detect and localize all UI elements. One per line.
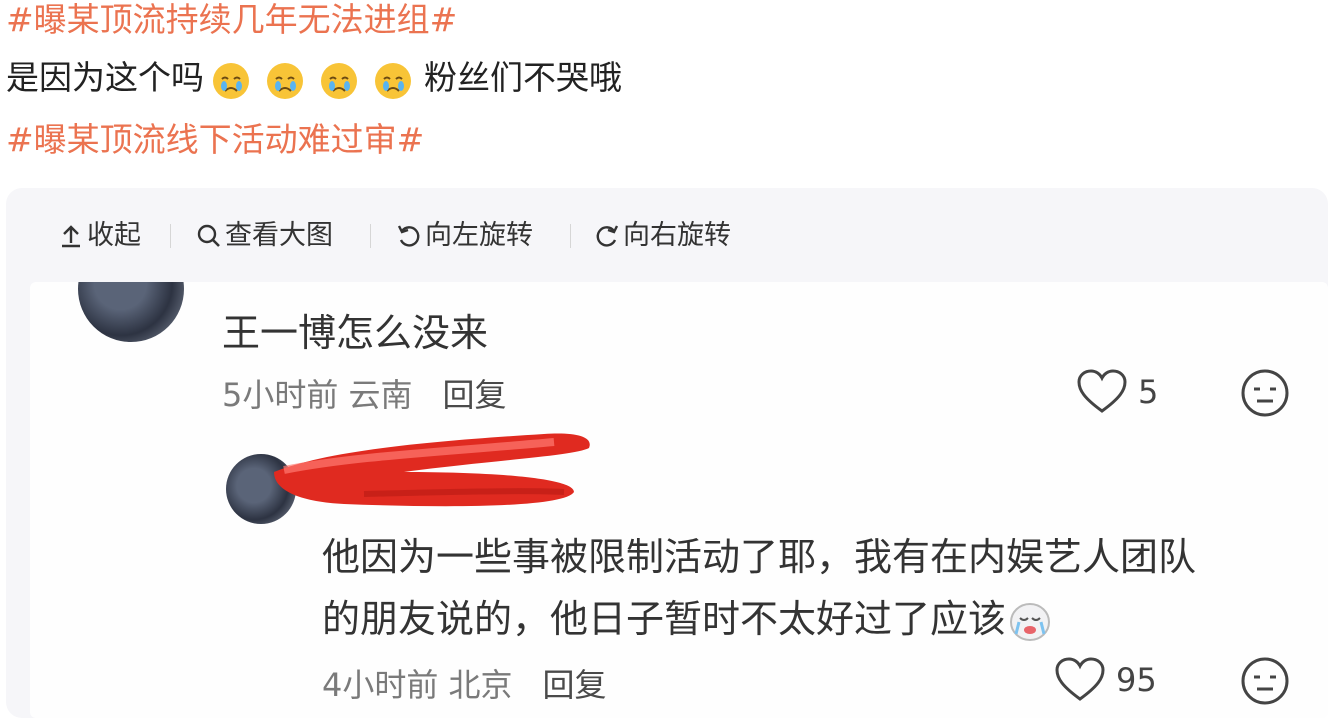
toolbar-divider — [570, 224, 571, 248]
view-large-button[interactable]: 查看大图 — [196, 216, 333, 256]
like-count: 95 — [1116, 661, 1157, 699]
crying-face-icon — [213, 62, 249, 99]
comment-text-line-1: 他因为一些事被限制活动了耶，我有在内娱艺人团队 — [322, 535, 1197, 579]
post-text: 粉丝们不哭哦 — [424, 58, 622, 97]
emoji-group — [210, 59, 414, 101]
comment-text: 的朋友说的，他日子暂时不太好过了应该 — [322, 597, 1007, 641]
rotate-right-button[interactable]: 向右旋转 — [594, 216, 731, 256]
comment-screenshot-image[interactable]: 王一博怎么没来 5小时前 云南 回复 5 他因为一些事被限制活动了耶，我有在内娱艺… — [30, 282, 1328, 718]
rotate-left-button[interactable]: 向左旋转 — [396, 216, 533, 256]
rotate-right-label: 向右旋转 — [623, 220, 731, 251]
like-button: 95 — [1054, 656, 1157, 704]
like-count: 5 — [1138, 373, 1159, 411]
like-button: 5 — [1076, 368, 1158, 416]
toolbar-divider — [370, 224, 371, 248]
arrow-up-icon — [62, 225, 80, 248]
crying-face-icon — [321, 62, 357, 99]
magnifier-icon — [197, 224, 220, 247]
view-large-label: 查看大图 — [225, 220, 333, 251]
comment-meta: 5小时前 云南 回复 — [222, 370, 507, 416]
image-toolbar: 收起 查看大图 向左旋转 向右旋转 — [6, 188, 1328, 284]
crying-face-icon — [375, 62, 411, 99]
comment-time-location: 5小时前 云南 — [222, 376, 413, 414]
comment-text-line-2: 的朋友说的，他日子暂时不太好过了应该 — [322, 588, 1052, 644]
post-text: 是因为这个吗 — [6, 58, 204, 97]
meh-face-icon — [1241, 657, 1289, 705]
meh-face-icon — [1241, 369, 1289, 417]
rotate-right-icon — [596, 225, 619, 247]
collapse-label: 收起 — [87, 220, 141, 251]
crying-face-icon — [267, 62, 303, 99]
red-scribble-redaction — [274, 433, 590, 507]
collapse-button[interactable]: 收起 — [58, 216, 141, 256]
comment-text: 王一博怎么没来 — [222, 311, 489, 355]
image-viewer-card: 收起 查看大图 向左旋转 向右旋转 王一博怎么没来 5小时前 云南 回复 5 他… — [6, 188, 1328, 718]
hashtag-link[interactable]: #曝某顶流线下活动难过审# — [6, 120, 424, 159]
toolbar-divider — [170, 224, 171, 248]
crying-sticker-icon — [1010, 602, 1051, 641]
rotate-left-icon — [397, 225, 420, 247]
comment-time-location: 4小时前 北京 — [322, 666, 513, 704]
reply-link: 回复 — [542, 666, 607, 704]
post-line-2: 是因为这个吗 粉丝们不哭哦 — [6, 58, 622, 101]
post-line-3: #曝某顶流线下活动难过审# — [6, 120, 424, 160]
comment-meta: 4小时前 北京 回复 — [322, 660, 607, 706]
post-line-1: #曝某顶流持续几年无法进组# — [6, 0, 457, 40]
hashtag-link[interactable]: #曝某顶流持续几年无法进组# — [6, 0, 457, 39]
heart-icon — [1077, 369, 1127, 413]
avatar — [78, 282, 184, 342]
reply-link: 回复 — [442, 376, 507, 414]
rotate-left-label: 向左旋转 — [425, 220, 533, 251]
heart-icon — [1055, 657, 1105, 701]
